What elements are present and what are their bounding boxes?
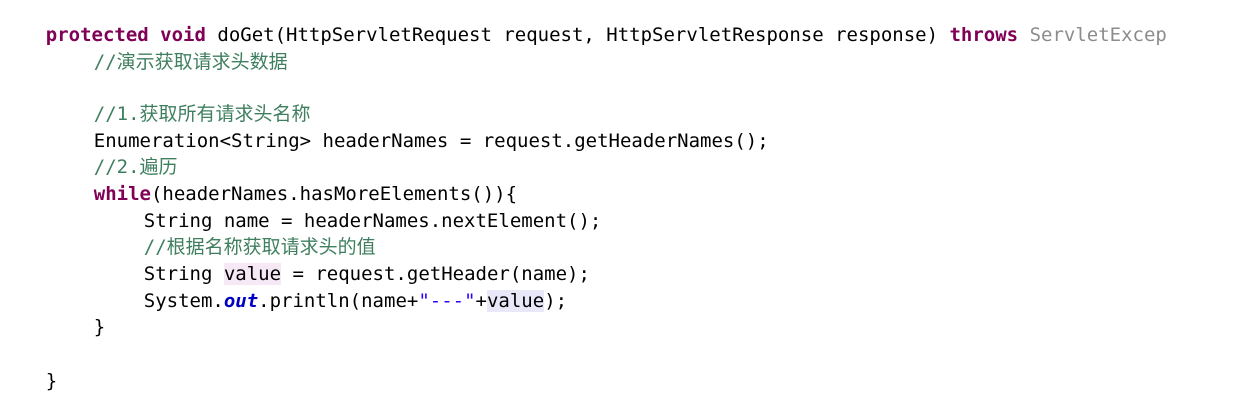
keyword-throws: throws (949, 24, 1019, 46)
println-system: System. (143, 290, 224, 312)
truncated-exception-text: ServletExcep (1018, 24, 1167, 46)
static-field-out: out (223, 290, 259, 312)
value-reference-highlight: value (486, 290, 545, 312)
code-line-comment-step1: //1.获取所有请求头名称 (48, 75, 311, 125)
code-line-enumeration: Enumeration<String> headerNames = reques… (48, 102, 769, 152)
plus-operator: + (475, 290, 487, 312)
closing-brace-method: } (45, 370, 58, 392)
code-line-value-decl: String value = request.getHeader(name); (98, 235, 590, 285)
enumeration-statement: Enumeration<String> headerNames = reques… (93, 130, 769, 152)
string-literal-separator: "---" (418, 290, 476, 312)
code-line-comment-get-value: //根据名称获取请求头的值 (98, 208, 376, 258)
method-signature-text: doGet(HttpServletRequest request, HttpSe… (205, 24, 950, 46)
closing-brace-while: } (93, 316, 106, 338)
comment-demo-header: //演示获取请求头数据 (93, 51, 288, 73)
code-line-println: System.out.println(name+"---"+value); (98, 262, 567, 312)
code-line-name-decl: String name = headerNames.nextElement(); (98, 182, 602, 232)
code-line-comment-step2: //2.遍历 (48, 128, 178, 178)
code-line-while: while(headerNames.hasMoreElements()){ (48, 155, 517, 205)
code-line-method-signature: protected void doGet(HttpServletRequest … (0, 0, 1167, 46)
println-call: .println(name+ (258, 290, 419, 312)
code-editor[interactable]: protected void doGet(HttpServletRequest … (0, 0, 1235, 410)
println-close: ); (544, 290, 568, 312)
code-line-close-while: } (48, 288, 105, 338)
code-line-comment-demo: //演示获取请求头数据 (48, 23, 288, 73)
code-line-close-method: } (0, 342, 57, 392)
